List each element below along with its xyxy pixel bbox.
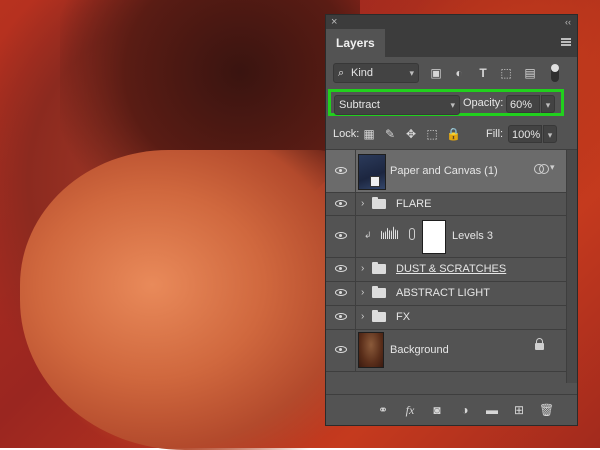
layer-row[interactable]: › FX [326,305,566,330]
layer-row[interactable]: Background [326,329,566,372]
visibility-toggle[interactable] [326,329,356,371]
opacity-label: Opacity: [463,97,504,109]
eye-icon [335,289,347,296]
lock-row: Lock: ▦ ✎ ✥ ⬚ 🔒 Fill: 100% ▾ [326,121,577,150]
fill-label: Fill: [486,128,504,140]
eye-icon [335,167,347,174]
visibility-toggle[interactable] [326,192,356,215]
link-layers-icon[interactable]: ⚭ [376,403,390,417]
layer-row[interactable]: ↲ Levels 3 [326,215,566,258]
smart-object-filter-icon[interactable]: ▤ [523,66,537,80]
adjustment-filter-icon[interactable]: ◐ [452,66,466,80]
eye-icon [335,265,347,272]
kind-filter-label: Kind [351,67,374,79]
folder-icon [372,286,386,298]
chevron-down-icon: ▾ [409,68,414,78]
lock-icon [535,338,544,350]
layer-row[interactable]: › DUST & SCRATCHES [326,257,566,282]
chevron-down-icon[interactable]: ▾ [550,162,555,173]
layers-panel: × ‹‹ Layers ⌕ Kind ▾ ▣ ◐ T ⬚ ▤ Subtract … [325,14,578,426]
link-icon [534,164,549,176]
opacity-input[interactable]: 60% [506,95,540,113]
layers-list: Paper and Canvas (1) ▾ › FLARE ↲ Levels … [326,150,577,383]
filter-toggle-switch[interactable] [551,64,559,82]
layer-row[interactable]: › FLARE [326,192,566,216]
blend-row: Subtract ▾ Opacity: 60% ▾ [326,89,577,121]
visibility-toggle[interactable] [326,305,356,329]
add-mask-icon[interactable]: ◙ [430,403,444,417]
new-group-icon[interactable]: ▬ [485,403,499,417]
chevron-down-icon: ▾ [450,100,455,110]
expand-arrow-icon[interactable]: › [361,286,364,300]
panel-titlebar: × ‹‹ [326,15,577,29]
fill-input[interactable]: 100% [508,125,542,143]
visibility-toggle[interactable] [326,257,356,281]
lock-label: Lock: [333,128,360,140]
eye-icon [335,199,347,207]
visibility-toggle[interactable] [326,281,356,305]
blend-mode-select[interactable]: Subtract ▾ [334,95,460,115]
close-panel-button[interactable]: × [331,15,337,29]
search-icon: ⌕ [338,67,345,79]
expand-arrow-icon[interactable]: › [361,310,364,324]
adjustment-layer-icon[interactable]: ◑ [458,403,472,417]
collapse-panel-button[interactable]: ‹‹ [565,15,571,29]
layer-name: DUST & SCRATCHES [396,263,507,275]
eye-icon [335,346,347,353]
filter-row: ⌕ Kind ▾ ▣ ◐ T ⬚ ▤ [326,57,577,89]
layer-name: FLARE [396,197,432,210]
layer-mask-thumbnail[interactable] [422,220,446,254]
layer-row[interactable]: › ABSTRACT LIGHT [326,281,566,306]
lock-transparent-pixels-icon[interactable]: ▦ [362,127,376,141]
layer-name: Paper and Canvas (1) [390,165,498,177]
type-filter-icon[interactable]: T [476,66,490,80]
opacity-dropdown-button[interactable]: ▾ [541,95,555,113]
prevent-autonest-icon[interactable]: ⬚ [425,127,439,141]
layer-row[interactable]: Paper and Canvas (1) ▾ [326,150,566,193]
shape-filter-icon[interactable]: ⬚ [499,66,513,80]
eye-icon [335,232,347,239]
folder-icon [372,196,386,209]
layers-scrollbar[interactable] [566,150,577,383]
smart-object-badge-icon [370,176,380,187]
layer-thumbnail [358,332,384,368]
lock-all-icon[interactable]: 🔒 [446,127,461,141]
image-filter-icon[interactable]: ▣ [429,66,443,80]
expand-arrow-icon[interactable]: › [361,262,364,276]
folder-icon [372,310,386,322]
lock-image-pixels-icon[interactable]: ✎ [383,127,397,141]
panel-bottom-toolbar: ⚭ fx ◙ ◑ ▬ ⊞ 🗑 [326,394,577,425]
layer-name: ABSTRACT LIGHT [396,287,490,299]
levels-icon [381,226,399,239]
delete-layer-icon[interactable]: 🗑 [539,403,554,417]
layer-name: Background [390,344,449,356]
lock-position-icon[interactable]: ✥ [404,127,418,141]
panel-tab-row: Layers [326,29,577,57]
visibility-toggle[interactable] [326,150,356,192]
folder-icon [372,262,386,274]
layer-name: FX [396,311,411,323]
tab-layers[interactable]: Layers [326,29,385,57]
visibility-toggle[interactable] [326,215,356,257]
kind-filter-select[interactable]: ⌕ Kind ▾ [333,63,419,83]
expand-arrow-icon[interactable]: › [361,197,364,211]
fx-icon[interactable]: fx [403,403,417,417]
blend-mode-value: Subtract [339,99,380,111]
fill-dropdown-button[interactable]: ▾ [543,125,557,143]
layer-name: Levels 3 [452,230,493,242]
face-region [20,150,350,450]
new-layer-icon[interactable]: ⊞ [512,403,526,417]
panel-menu-icon[interactable] [561,38,571,46]
mask-link-icon[interactable] [409,228,415,240]
clipping-arrow-icon: ↲ [364,230,372,240]
eye-icon [335,313,347,320]
